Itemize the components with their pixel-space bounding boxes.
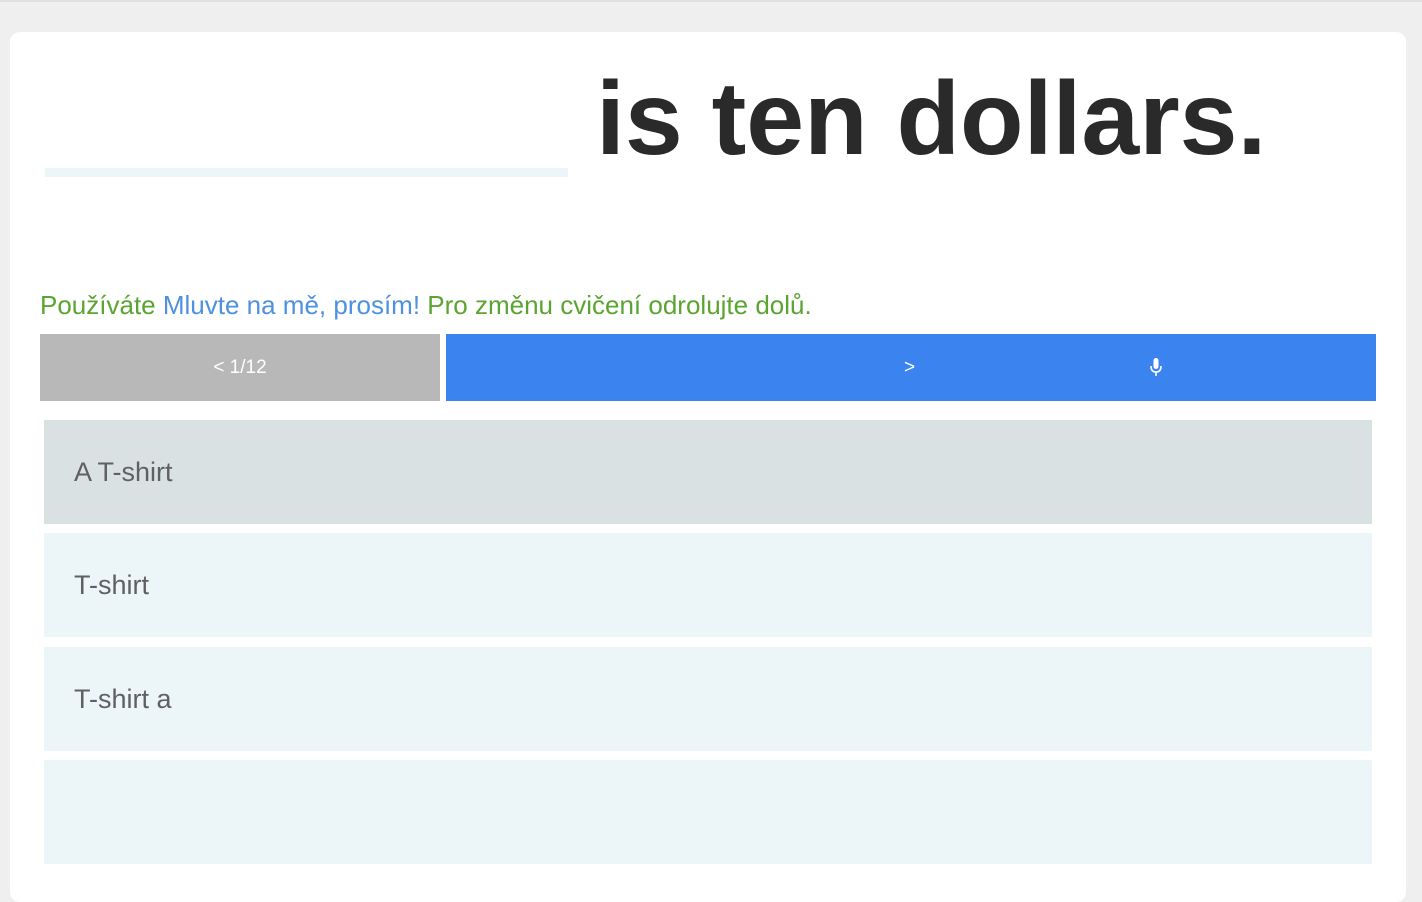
answer-option[interactable] <box>44 760 1372 864</box>
exercise-card: is ten dollars. Používáte Mluvte na mě, … <box>10 32 1406 902</box>
info-prefix: Používáte <box>40 290 163 320</box>
microphone-icon[interactable] <box>1150 358 1162 378</box>
next-button-label: > <box>904 356 916 378</box>
browser-top-edge <box>0 0 1422 2</box>
app-name-link[interactable]: Mluvte na mě, prosím! <box>163 290 420 320</box>
answer-option[interactable]: A T-shirt <box>44 420 1372 524</box>
previous-button[interactable]: < 1/12 <box>40 334 440 401</box>
answer-option-label: T-shirt a <box>74 683 172 714</box>
info-suffix: Pro změnu cvičení odrolujte dolů. <box>420 290 812 320</box>
answer-option-label: A T-shirt <box>74 456 173 487</box>
next-button[interactable]: > <box>446 334 1376 401</box>
answer-option-label: T-shirt <box>74 569 150 600</box>
answer-option[interactable]: T-shirt <box>44 533 1372 637</box>
answer-blank <box>45 168 568 177</box>
previous-button-label: < 1/12 <box>213 356 267 378</box>
sentence-text: is ten dollars. <box>596 61 1267 177</box>
info-message: Používáte Mluvte na mě, prosím! Pro změn… <box>40 290 812 321</box>
answer-option[interactable]: T-shirt a <box>44 647 1372 751</box>
